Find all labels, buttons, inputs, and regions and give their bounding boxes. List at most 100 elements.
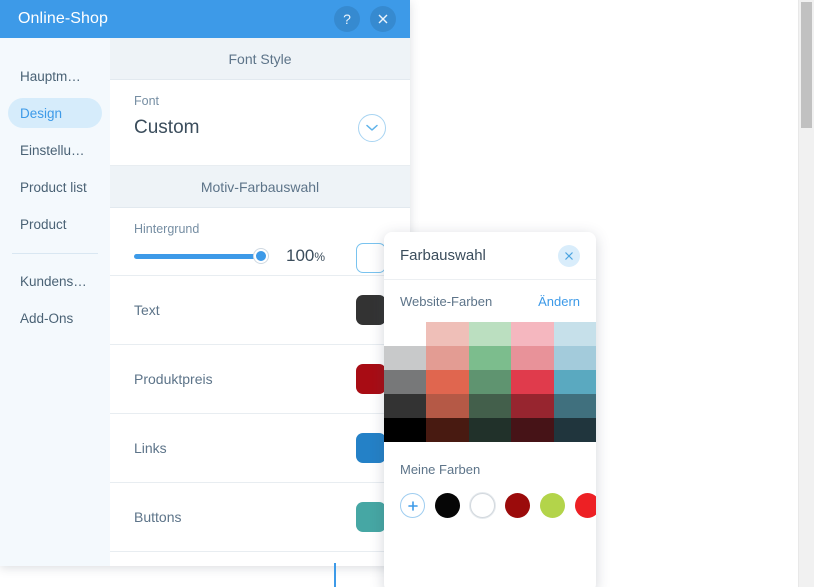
- color-picker-title: Farbauswahl: [400, 247, 486, 264]
- settings-window: Online-Shop ? Hauptm… Design Einstellu… …: [0, 0, 410, 566]
- color-grid-cell[interactable]: [511, 370, 554, 394]
- font-field-label: Font: [134, 94, 160, 108]
- color-grid-cell[interactable]: [468, 394, 512, 418]
- color-row-label: Produktpreis: [134, 371, 213, 387]
- sidebar-item-product-list[interactable]: Product list: [8, 172, 102, 202]
- opacity-number: 100: [286, 246, 315, 265]
- my-color-dot[interactable]: [575, 493, 596, 518]
- color-grid-cell[interactable]: [511, 418, 554, 442]
- change-colors-link[interactable]: Ändern: [538, 294, 580, 309]
- sidebar-item-label: Design: [20, 105, 63, 121]
- window-title: Online-Shop: [18, 10, 109, 27]
- color-grid-cell[interactable]: [553, 394, 596, 418]
- opacity-value: 100%: [286, 246, 325, 266]
- color-row-produktpreis: Produktpreis: [110, 345, 410, 414]
- color-grid-cell[interactable]: [468, 322, 512, 346]
- links-color-swatch[interactable]: [356, 433, 386, 463]
- chevron-down-icon: [366, 124, 378, 131]
- sidebar-separator: [12, 253, 98, 254]
- sidebar-item-label: Hauptm…: [20, 68, 81, 84]
- my-color-dot[interactable]: [505, 493, 530, 518]
- website-color-grid: [384, 322, 596, 442]
- sidebar-item-kundenservice[interactable]: Kundens…: [8, 266, 102, 296]
- section-header-font-style: Font Style: [110, 38, 410, 80]
- question-mark-icon: ?: [343, 11, 351, 27]
- my-color-dot[interactable]: [470, 493, 495, 518]
- color-grid-cell[interactable]: [384, 322, 427, 346]
- color-grid-cell[interactable]: [426, 322, 469, 346]
- opacity-slider-line: 100%: [134, 246, 386, 266]
- sidebar-item-add-ons[interactable]: Add-Ons: [8, 303, 102, 333]
- color-grid-cell[interactable]: [553, 346, 596, 370]
- color-grid-cell[interactable]: [384, 370, 427, 394]
- produktpreis-color-swatch[interactable]: [356, 364, 386, 394]
- sidebar: Hauptm… Design Einstellu… Product list P…: [0, 38, 110, 566]
- opacity-slider-knob[interactable]: [254, 249, 268, 263]
- color-grid-cell[interactable]: [468, 418, 512, 442]
- sidebar-item-product[interactable]: Product: [8, 209, 102, 239]
- color-grid-cell[interactable]: [384, 346, 427, 370]
- my-color-dot[interactable]: [435, 493, 460, 518]
- font-dropdown-button[interactable]: [358, 114, 386, 142]
- my-color-dot[interactable]: [540, 493, 565, 518]
- color-grid-cell[interactable]: [511, 322, 554, 346]
- color-grid-cell[interactable]: [426, 346, 469, 370]
- help-button[interactable]: ?: [334, 6, 360, 32]
- color-grid-cell[interactable]: [511, 346, 554, 370]
- color-row-buttons: Buttons: [110, 483, 410, 552]
- sidebar-item-label: Kundens…: [20, 273, 87, 289]
- font-value-line: Custom: [134, 114, 386, 142]
- website-colors-header: Website-Farben Ändern: [384, 280, 596, 322]
- sidebar-item-hauptmenu[interactable]: Hauptm…: [8, 61, 102, 91]
- buttons-color-swatch[interactable]: [356, 502, 386, 532]
- color-grid-cell[interactable]: [553, 418, 596, 442]
- color-row-label: Links: [134, 440, 167, 456]
- font-value: Custom: [134, 117, 200, 138]
- plus-icon: [407, 500, 418, 511]
- color-grid-cell[interactable]: [426, 370, 469, 394]
- text-cursor: [334, 563, 336, 587]
- website-colors-label: Website-Farben: [400, 293, 493, 309]
- add-color-button[interactable]: [400, 493, 425, 518]
- color-grid-cell[interactable]: [384, 394, 427, 418]
- my-colors-section: Meine Farben: [384, 442, 596, 518]
- sidebar-item-label: Add-Ons: [20, 310, 74, 326]
- sidebar-item-label: Product list: [20, 179, 87, 195]
- opacity-unit: %: [314, 250, 326, 264]
- color-grid-cell[interactable]: [468, 346, 512, 370]
- opacity-slider[interactable]: [134, 249, 268, 263]
- color-picker-header: Farbauswahl: [384, 232, 596, 280]
- sidebar-item-einstellungen[interactable]: Einstellu…: [8, 135, 102, 165]
- my-colors-label: Meine Farben: [400, 462, 481, 477]
- color-picker-popover: Farbauswahl Website-Farben Ändern Meine …: [384, 232, 596, 587]
- font-row[interactable]: Font Custom: [110, 80, 410, 166]
- color-grid-cell[interactable]: [553, 322, 596, 346]
- color-row-text: Text: [110, 276, 410, 345]
- sidebar-item-label: Product: [20, 216, 67, 232]
- close-icon: [565, 251, 573, 260]
- page-scrollbar-thumb[interactable]: [801, 2, 812, 128]
- settings-main-panel: Font Style Font Custom Motiv-Farbauswahl: [110, 38, 410, 566]
- section-header-motiv-farbauswahl: Motiv-Farbauswahl: [110, 166, 410, 208]
- page-scrollbar[interactable]: [798, 0, 814, 587]
- app-root: Online-Shop ? Hauptm… Design Einstellu… …: [0, 0, 814, 587]
- sidebar-item-label: Einstellu…: [20, 142, 85, 158]
- background-row-label: Hintergrund: [134, 222, 200, 236]
- color-grid-cell[interactable]: [511, 394, 554, 418]
- window-header-buttons: ?: [334, 6, 396, 32]
- color-grid-cell[interactable]: [426, 394, 469, 418]
- color-row-label: Buttons: [134, 509, 182, 525]
- color-grid-cell[interactable]: [468, 370, 512, 394]
- close-window-button[interactable]: [370, 6, 396, 32]
- background-color-swatch[interactable]: [356, 243, 386, 273]
- color-grid-cell[interactable]: [426, 418, 469, 442]
- color-grid-cell[interactable]: [553, 370, 596, 394]
- text-color-swatch[interactable]: [356, 295, 386, 325]
- window-header: Online-Shop ?: [0, 0, 410, 38]
- my-colors-row: [400, 493, 596, 518]
- sidebar-item-design[interactable]: Design: [8, 98, 102, 128]
- color-grid-cell[interactable]: [384, 418, 427, 442]
- close-color-picker-button[interactable]: [558, 244, 580, 267]
- color-row-links: Links: [110, 414, 410, 483]
- color-row-label: Text: [134, 302, 160, 318]
